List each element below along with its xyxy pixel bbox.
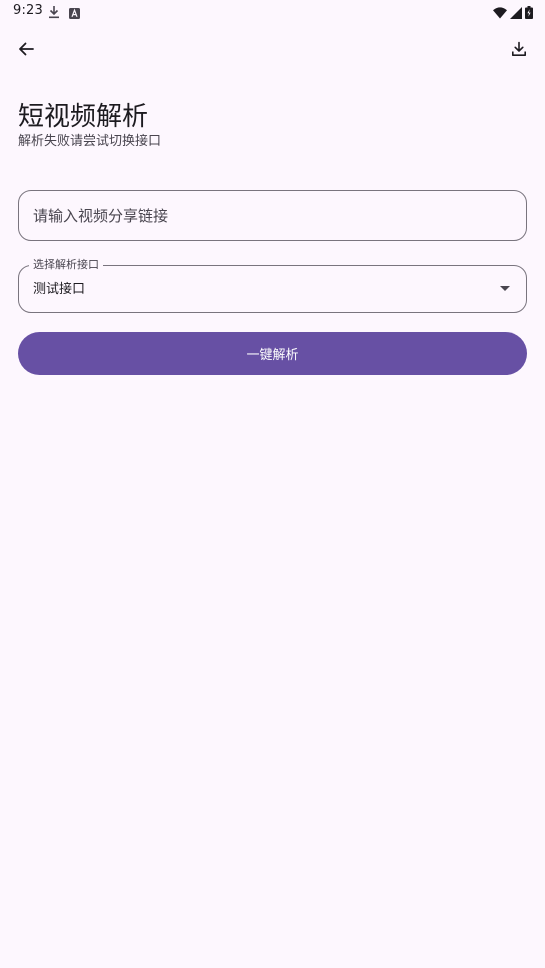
arrow-back-icon [18,41,34,61]
api-select-label: 选择解析接口 [29,258,103,272]
status-bar: 9:23 [0,0,545,24]
api-select-value: 测试接口 [33,282,86,297]
page-subtitle: 解析失败请尝试切换接口 [18,134,162,149]
status-system-icons [493,4,533,23]
dropdown-arrow-icon[interactable] [500,286,510,291]
video-url-field[interactable] [18,190,527,241]
page-title: 短视频解析 [18,102,149,132]
api-select-dropdown[interactable]: 选择解析接口 测试接口 [18,258,527,313]
one-click-parse-button[interactable]: 一键解析 [18,332,527,375]
download-notification-icon [48,4,60,23]
wifi-icon [493,4,507,23]
download-icon [511,41,527,61]
status-time: 9:23 [13,3,43,18]
battery-icon [525,4,533,23]
download-button[interactable] [506,38,532,64]
parse-button-label: 一键解析 [246,348,299,363]
video-url-input[interactable] [33,191,503,240]
signal-icon [510,4,522,23]
back-button[interactable] [13,38,39,64]
status-notification-icons [48,4,80,23]
a-badge-icon [69,4,80,23]
